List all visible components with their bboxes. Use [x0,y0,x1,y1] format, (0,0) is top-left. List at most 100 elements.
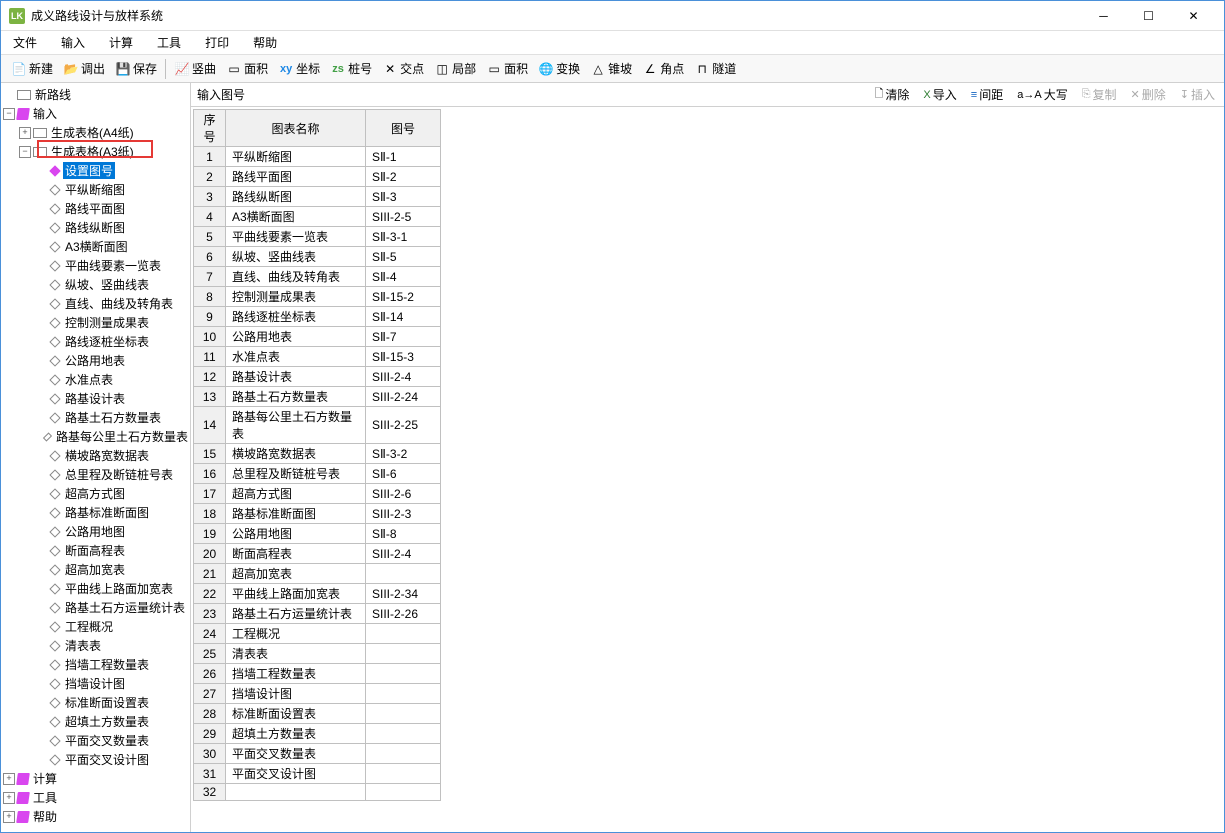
table-row[interactable]: 18路基标准断面图SIII-2-3 [194,504,441,524]
cell-name[interactable]: 直线、曲线及转角表 [226,267,366,287]
table-row[interactable]: 24工程概况 [194,624,441,644]
row-number[interactable]: 30 [194,744,226,764]
table-row[interactable]: 30平面交叉数量表 [194,744,441,764]
table-row[interactable]: 25清表表 [194,644,441,664]
cell-code[interactable] [366,704,441,724]
cell-code[interactable]: SIII-2-24 [366,387,441,407]
cell-name[interactable]: 断面高程表 [226,544,366,564]
tree-toggle[interactable]: − [19,146,31,158]
toolbar-面积[interactable]: ▭面积 [482,58,532,79]
table-row[interactable]: 5平曲线要素一览表SⅡ-3-1 [194,227,441,247]
row-number[interactable]: 7 [194,267,226,287]
row-number[interactable]: 13 [194,387,226,407]
cell-code[interactable]: SIII-2-4 [366,367,441,387]
tree-item-16[interactable]: 超高方式图 [1,484,190,503]
grid-area[interactable]: 序 号图表名称图号 1平纵断缩图SⅡ-12路线平面图SⅡ-23路线纵断图SⅡ-3… [191,107,1224,832]
row-number[interactable]: 17 [194,484,226,504]
cell-code[interactable] [366,784,441,801]
cell-code[interactable] [366,624,441,644]
cell-name[interactable]: 挡墙工程数量表 [226,664,366,684]
table-row[interactable]: 22平曲线上路面加宽表SIII-2-34 [194,584,441,604]
toolbar-竖曲[interactable]: 📈竖曲 [170,58,220,79]
tree-item-23[interactable]: 工程概况 [1,617,190,636]
row-number[interactable]: 22 [194,584,226,604]
cell-name[interactable]: 标准断面设置表 [226,704,366,724]
tree-item-26[interactable]: 挡墙设计图 [1,674,190,693]
tree-toggle[interactable]: + [3,811,15,823]
table-row[interactable]: 10公路用地表SⅡ-7 [194,327,441,347]
tree-item-25[interactable]: 挡墙工程数量表 [1,655,190,674]
tree-item-22[interactable]: 路基土石方运量统计表 [1,598,190,617]
table-row[interactable]: 8控制测量成果表SⅡ-15-2 [194,287,441,307]
row-number[interactable]: 8 [194,287,226,307]
cell-name[interactable]: 水准点表 [226,347,366,367]
table-row[interactable]: 20断面高程表SIII-2-4 [194,544,441,564]
row-number[interactable]: 23 [194,604,226,624]
tree-item-15[interactable]: 总里程及断链桩号表 [1,465,190,484]
row-number[interactable]: 31 [194,764,226,784]
cell-code[interactable]: SⅡ-2 [366,167,441,187]
tree-toggle[interactable]: + [3,773,15,785]
row-number[interactable]: 4 [194,207,226,227]
cell-code[interactable] [366,564,441,584]
row-number[interactable]: 2 [194,167,226,187]
tree-item-4[interactable]: 平曲线要素一览表 [1,256,190,275]
table-row[interactable]: 14路基每公里土石方数量表SIII-2-25 [194,407,441,444]
menu-1[interactable]: 输入 [57,32,89,53]
cell-code[interactable]: SIII-2-3 [366,504,441,524]
cell-name[interactable]: 路线逐桩坐标表 [226,307,366,327]
cell-code[interactable]: SⅡ-7 [366,327,441,347]
tree-selected[interactable]: 设置图号 [1,161,190,180]
cell-name[interactable]: 清表表 [226,644,366,664]
tree-item-10[interactable]: 水准点表 [1,370,190,389]
row-number[interactable]: 10 [194,327,226,347]
toolbar-变换[interactable]: 🌐变换 [534,58,584,79]
cell-name[interactable]: 路基标准断面图 [226,504,366,524]
tree-help[interactable]: +帮助 [1,807,190,826]
cell-name[interactable]: 超高加宽表 [226,564,366,584]
tree-item-24[interactable]: 清表表 [1,636,190,655]
row-number[interactable]: 14 [194,407,226,444]
table-row[interactable]: 2路线平面图SⅡ-2 [194,167,441,187]
table-row[interactable]: 26挡墙工程数量表 [194,664,441,684]
toolbar-坐标[interactable]: xy坐标 [274,58,324,79]
maximize-button[interactable]: ☐ [1126,2,1171,30]
cell-code[interactable]: SⅡ-3-1 [366,227,441,247]
row-number[interactable]: 28 [194,704,226,724]
tree-item-30[interactable]: 平面交叉设计图 [1,750,190,769]
data-grid[interactable]: 序 号图表名称图号 1平纵断缩图SⅡ-12路线平面图SⅡ-23路线纵断图SⅡ-3… [193,109,441,801]
menu-5[interactable]: 帮助 [249,32,281,53]
table-row[interactable]: 21超高加宽表 [194,564,441,584]
cell-code[interactable]: SⅡ-15-3 [366,347,441,367]
cell-code[interactable]: SⅡ-6 [366,464,441,484]
table-row[interactable]: 28标准断面设置表 [194,704,441,724]
cell-code[interactable] [366,764,441,784]
table-row[interactable]: 15横坡路宽数据表SⅡ-3-2 [194,444,441,464]
toolbar-角点[interactable]: ∠角点 [638,58,688,79]
tree-item-28[interactable]: 超填土方数量表 [1,712,190,731]
tree-tools[interactable]: +工具 [1,788,190,807]
cell-name[interactable]: A3横断面图 [226,207,366,227]
cell-name[interactable]: 平面交叉设计图 [226,764,366,784]
toolbar-调出[interactable]: 📂调出 [59,58,109,79]
toolbar-面积[interactable]: ▭面积 [222,58,272,79]
row-number[interactable]: 20 [194,544,226,564]
cell-code[interactable]: SⅡ-1 [366,147,441,167]
table-row[interactable]: 27挡墙设计图 [194,684,441,704]
tree-item-19[interactable]: 断面高程表 [1,541,190,560]
minimize-button[interactable]: ─ [1081,2,1126,30]
row-number[interactable]: 27 [194,684,226,704]
toolbar-保存[interactable]: 💾保存 [111,58,161,79]
row-number[interactable]: 1 [194,147,226,167]
cell-name[interactable] [226,784,366,801]
table-row[interactable]: 3路线纵断图SⅡ-3 [194,187,441,207]
cell-code[interactable]: SⅡ-3 [366,187,441,207]
headtool-大写[interactable]: a→A大写 [1014,85,1070,104]
toolbar-隧道[interactable]: ⊓隧道 [690,58,740,79]
row-number[interactable]: 9 [194,307,226,327]
tree-item-27[interactable]: 标准断面设置表 [1,693,190,712]
tree-a4[interactable]: +生成表格(A4纸) [1,123,190,142]
col-header[interactable]: 图表名称 [226,110,366,147]
menu-0[interactable]: 文件 [9,32,41,53]
tree-item-29[interactable]: 平面交叉数量表 [1,731,190,750]
